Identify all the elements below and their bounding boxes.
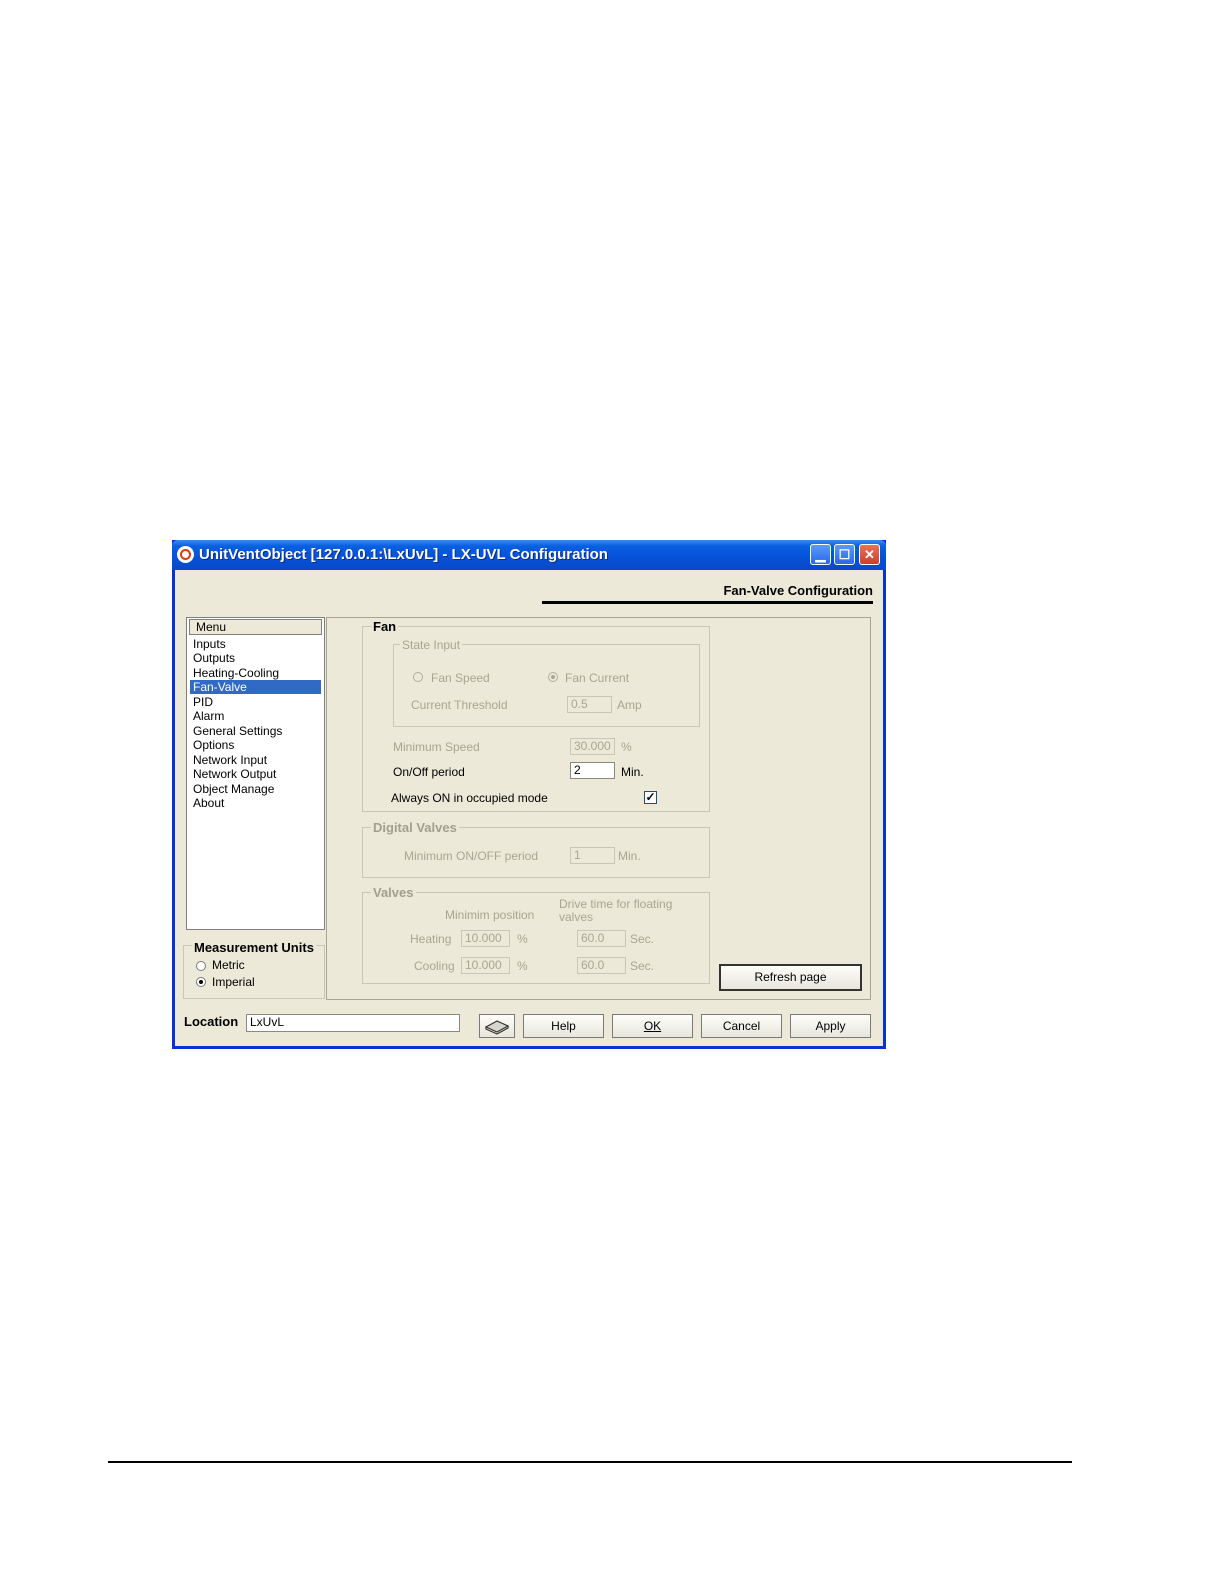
measurement-units-title: Measurement Units	[192, 940, 316, 955]
onoff-period-label: On/Off period	[393, 765, 465, 779]
state-input-title: State Input	[400, 638, 463, 652]
menu-item-pid[interactable]: PID	[190, 695, 321, 709]
menu-item-outputs[interactable]: Outputs	[190, 651, 321, 665]
current-threshold-label: Current Threshold	[411, 698, 508, 712]
minimum-speed-label: Minimum Speed	[393, 740, 480, 754]
minimize-button[interactable]: ▁	[810, 544, 831, 565]
minimum-speed-input[interactable]: 30.000	[570, 738, 615, 755]
heating-drive-time-input[interactable]: 60.0	[577, 930, 626, 947]
menu-item-fan-valve[interactable]: Fan-Valve	[190, 680, 321, 694]
cancel-button[interactable]: Cancel	[701, 1014, 782, 1038]
menu-list[interactable]: Menu Inputs Outputs Heating-Cooling Fan-…	[186, 617, 325, 930]
book-icon	[484, 1020, 510, 1035]
heating-label: Heating	[410, 932, 452, 946]
menu-item-object-manage[interactable]: Object Manage	[190, 782, 321, 796]
location-label: Location	[184, 1014, 239, 1029]
fan-current-label: Fan Current	[565, 671, 630, 685]
imperial-label: Imperial	[212, 975, 255, 989]
ok-button[interactable]: OK	[612, 1014, 693, 1038]
browse-button[interactable]	[479, 1014, 515, 1038]
current-threshold-unit: Amp	[617, 698, 642, 712]
menu-item-alarm[interactable]: Alarm	[190, 709, 321, 723]
help-button[interactable]: Help	[523, 1014, 604, 1038]
close-button[interactable]: ✕	[859, 544, 880, 565]
menu-item-general-settings[interactable]: General Settings	[190, 724, 321, 738]
metric-label: Metric	[212, 958, 245, 972]
client-area: Fan-Valve Configuration Menu Inputs Outp…	[175, 570, 883, 1046]
minimum-speed-unit: %	[621, 740, 632, 754]
title-bar[interactable]: UnitVentObject [127.0.0.1:\LxUvL] - LX-U…	[172, 540, 886, 570]
menu-header: Menu	[189, 619, 322, 635]
app-icon	[177, 546, 194, 563]
cooling-percent-unit: %	[517, 959, 528, 973]
fan-current-radio[interactable]	[548, 672, 558, 682]
header-divider	[542, 601, 873, 604]
cooling-sec-unit: Sec.	[630, 959, 655, 973]
fan-speed-radio[interactable]	[413, 672, 423, 682]
maximize-button[interactable]: ☐	[834, 544, 855, 565]
state-input-group	[393, 644, 700, 727]
menu-item-inputs[interactable]: Inputs	[190, 637, 321, 651]
onoff-period-input[interactable]: 2	[570, 762, 615, 779]
metric-radio[interactable]	[196, 961, 206, 971]
menu-item-options[interactable]: Options	[190, 738, 321, 752]
menu-item-network-output[interactable]: Network Output	[190, 767, 321, 781]
apply-button[interactable]: Apply	[790, 1014, 871, 1038]
cooling-label: Cooling	[414, 959, 455, 973]
current-threshold-input[interactable]: 0.5	[567, 696, 612, 713]
always-on-label: Always ON in occupied mode	[391, 791, 548, 805]
heating-percent-unit: %	[517, 932, 528, 946]
window-title: UnitVentObject [127.0.0.1:\LxUvL] - LX-U…	[199, 546, 608, 563]
fan-title: Fan	[371, 619, 399, 634]
valves-title: Valves	[371, 885, 416, 900]
min-onoff-period-input[interactable]: 1	[570, 847, 615, 864]
location-input[interactable]: LxUvL	[246, 1014, 460, 1032]
page-bottom-rule	[108, 1461, 1072, 1463]
imperial-radio[interactable]	[196, 977, 206, 987]
heating-min-position-input[interactable]: 10.000	[461, 930, 510, 947]
page-title: Fan-Valve Configuration	[723, 583, 873, 598]
digital-valves-title: Digital Valves	[371, 820, 459, 835]
drive-time-header: Drive time for floating valves	[559, 897, 673, 924]
menu-item-about[interactable]: About	[190, 796, 321, 810]
onoff-period-unit: Min.	[621, 765, 644, 779]
min-onoff-period-unit: Min.	[618, 849, 641, 863]
always-on-checkbox[interactable]: ✓	[644, 791, 657, 804]
minimum-position-header: Minimim position	[445, 908, 535, 922]
min-onoff-period-label: Minimum ON/OFF period	[404, 849, 539, 863]
cooling-min-position-input[interactable]: 10.000	[461, 957, 510, 974]
cooling-drive-time-input[interactable]: 60.0	[577, 957, 626, 974]
heating-sec-unit: Sec.	[630, 932, 655, 946]
menu-item-network-input[interactable]: Network Input	[190, 753, 321, 767]
refresh-page-button[interactable]: Refresh page	[719, 964, 862, 991]
config-window: UnitVentObject [127.0.0.1:\LxUvL] - LX-U…	[172, 540, 886, 1049]
fan-speed-label: Fan Speed	[431, 671, 490, 685]
menu-item-heating-cooling[interactable]: Heating-Cooling	[190, 666, 321, 680]
